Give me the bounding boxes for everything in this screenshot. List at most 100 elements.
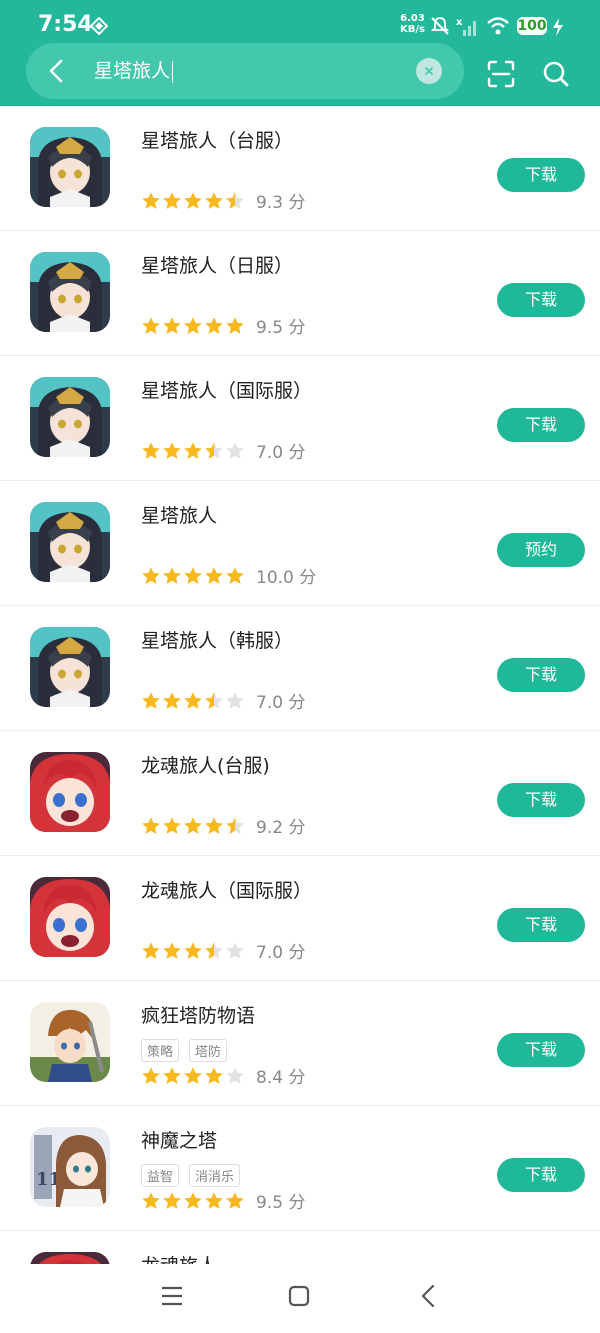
- girl-helmet-avatar-icon: [30, 627, 110, 707]
- download-button[interactable]: 下载: [497, 1033, 585, 1067]
- scan-icon[interactable]: [487, 60, 515, 88]
- app-tag[interactable]: 塔防: [189, 1039, 228, 1062]
- wifi-icon: [487, 17, 509, 35]
- list-item[interactable]: 11 神魔之塔 益智 消消乐 9.5 分 下载: [0, 1106, 600, 1231]
- download-button[interactable]: 下载: [497, 158, 585, 192]
- star-full-icon: [142, 441, 160, 459]
- svg-text:x: x: [456, 17, 463, 28]
- list-item[interactable]: 星塔旅人（日服） 9.5 分 下载: [0, 231, 600, 356]
- download-button[interactable]: 下载: [497, 283, 585, 317]
- back-arrow-icon[interactable]: [44, 58, 70, 84]
- mute-bell-icon: [430, 17, 450, 35]
- search-box[interactable]: 星塔旅人: [26, 43, 464, 99]
- brown-hair-girl-avatar-icon: 11: [30, 1127, 110, 1207]
- download-button[interactable]: 下载: [497, 408, 585, 442]
- app-icon[interactable]: 11: [30, 1127, 110, 1207]
- text-caret: [172, 60, 174, 83]
- home-icon[interactable]: [288, 1285, 310, 1307]
- rating-score: 8.4 分: [256, 1068, 306, 1088]
- app-title: 龙魂旅人(台服): [141, 755, 270, 777]
- charging-icon: [553, 18, 563, 36]
- star-full-icon: [142, 191, 160, 209]
- rating-score: 9.2 分: [256, 818, 306, 838]
- rating-score: 9.5 分: [256, 318, 306, 338]
- app-tags: 策略 塔防: [141, 1039, 237, 1062]
- menu-icon[interactable]: [161, 1285, 183, 1307]
- girl-helmet-avatar-icon: [30, 502, 110, 582]
- star-empty-icon: [226, 441, 244, 459]
- list-item[interactable]: 星塔旅人（国际服） 7.0 分 下载: [0, 356, 600, 481]
- search-input[interactable]: 星塔旅人: [94, 58, 174, 84]
- app-icon[interactable]: [30, 1252, 110, 1264]
- app-title: 龙魂旅人: [141, 1251, 217, 1264]
- nav-back-icon[interactable]: [418, 1285, 440, 1307]
- battery-indicator: 100: [517, 17, 547, 35]
- star-full-icon: [184, 941, 202, 959]
- star-full-icon: [142, 316, 160, 334]
- girl-helmet-avatar-icon: [30, 377, 110, 457]
- star-full-icon: [184, 191, 202, 209]
- search-icon[interactable]: [542, 60, 570, 88]
- app-icon[interactable]: [30, 377, 110, 457]
- rating-score: 10.0 分: [256, 568, 317, 588]
- list-item[interactable]: 疯狂塔防物语 策略 塔防 8.4 分 下载: [0, 981, 600, 1106]
- list-item[interactable]: 星塔旅人 10.0 分 预约: [0, 481, 600, 606]
- app-title: 星塔旅人: [141, 505, 218, 527]
- star-full-icon: [163, 566, 181, 584]
- download-button[interactable]: 下载: [497, 783, 585, 817]
- star-full-icon: [184, 1066, 202, 1084]
- star-full-icon: [184, 441, 202, 459]
- status-time: 7:54: [38, 12, 93, 37]
- star-full-icon: [163, 1066, 181, 1084]
- list-item[interactable]: 龙魂旅人: [0, 1231, 600, 1264]
- star-half-icon: [205, 691, 223, 709]
- star-full-icon: [163, 941, 181, 959]
- download-button[interactable]: 下载: [497, 1158, 585, 1192]
- list-item[interactable]: 龙魂旅人(台服) 9.2 分 下载: [0, 731, 600, 856]
- rating-stars: 7.0 分: [141, 438, 305, 463]
- red-hair-girl-avatar-icon: [30, 752, 110, 832]
- star-full-icon: [163, 441, 181, 459]
- girl-helmet-avatar-icon: [30, 252, 110, 332]
- girl-helmet-avatar-icon: [30, 127, 110, 207]
- star-full-icon: [205, 816, 223, 834]
- system-nav-bar: [0, 1264, 600, 1333]
- list-item[interactable]: 星塔旅人（台服） 9.3 分 下载: [0, 106, 600, 231]
- star-empty-icon: [226, 941, 244, 959]
- star-full-icon: [226, 316, 244, 334]
- app-title: 星塔旅人（日服）: [141, 255, 294, 277]
- reserve-button[interactable]: 预约: [497, 533, 585, 567]
- list-item[interactable]: 龙魂旅人（国际服） 7.0 分 下载: [0, 856, 600, 981]
- status-bar: 7:54 6.03 KB/s x 100: [0, 0, 600, 46]
- list-item[interactable]: 星塔旅人（韩服） 7.0 分 下载: [0, 606, 600, 731]
- star-full-icon: [142, 1066, 160, 1084]
- app-icon[interactable]: [30, 627, 110, 707]
- app-icon[interactable]: [30, 877, 110, 957]
- app-tag[interactable]: 策略: [141, 1039, 180, 1062]
- star-full-icon: [163, 316, 181, 334]
- star-full-icon: [184, 691, 202, 709]
- app-tag[interactable]: 消消乐: [189, 1164, 241, 1187]
- rating-stars: 10.0 分: [141, 563, 317, 588]
- app-icon[interactable]: [30, 252, 110, 332]
- app-icon[interactable]: [30, 502, 110, 582]
- app-title: 星塔旅人（台服）: [141, 130, 294, 152]
- app-icon[interactable]: [30, 752, 110, 832]
- star-full-icon: [184, 566, 202, 584]
- search-results-list: 星塔旅人（台服） 9.3 分下载 星塔旅人（日服） 9.5 分下载 星塔旅人（国际服） 7…: [0, 106, 600, 1264]
- star-half-icon: [205, 441, 223, 459]
- app-icon[interactable]: [30, 127, 110, 207]
- download-button[interactable]: 下载: [497, 658, 585, 692]
- app-title: 疯狂塔防物语: [141, 1005, 256, 1027]
- rating-score: 7.0 分: [256, 943, 306, 963]
- rating-stars: 8.4 分: [141, 1063, 306, 1088]
- rating-stars: 9.5 分: [141, 313, 306, 338]
- clear-search-button[interactable]: [416, 58, 442, 84]
- star-full-icon: [142, 566, 160, 584]
- app-tag[interactable]: 益智: [141, 1164, 180, 1187]
- download-button[interactable]: 下载: [497, 908, 585, 942]
- star-full-icon: [142, 941, 160, 959]
- star-empty-icon: [226, 1066, 244, 1084]
- app-header: 7:54 6.03 KB/s x 100 星塔旅人: [0, 0, 600, 106]
- app-icon[interactable]: [30, 1002, 110, 1082]
